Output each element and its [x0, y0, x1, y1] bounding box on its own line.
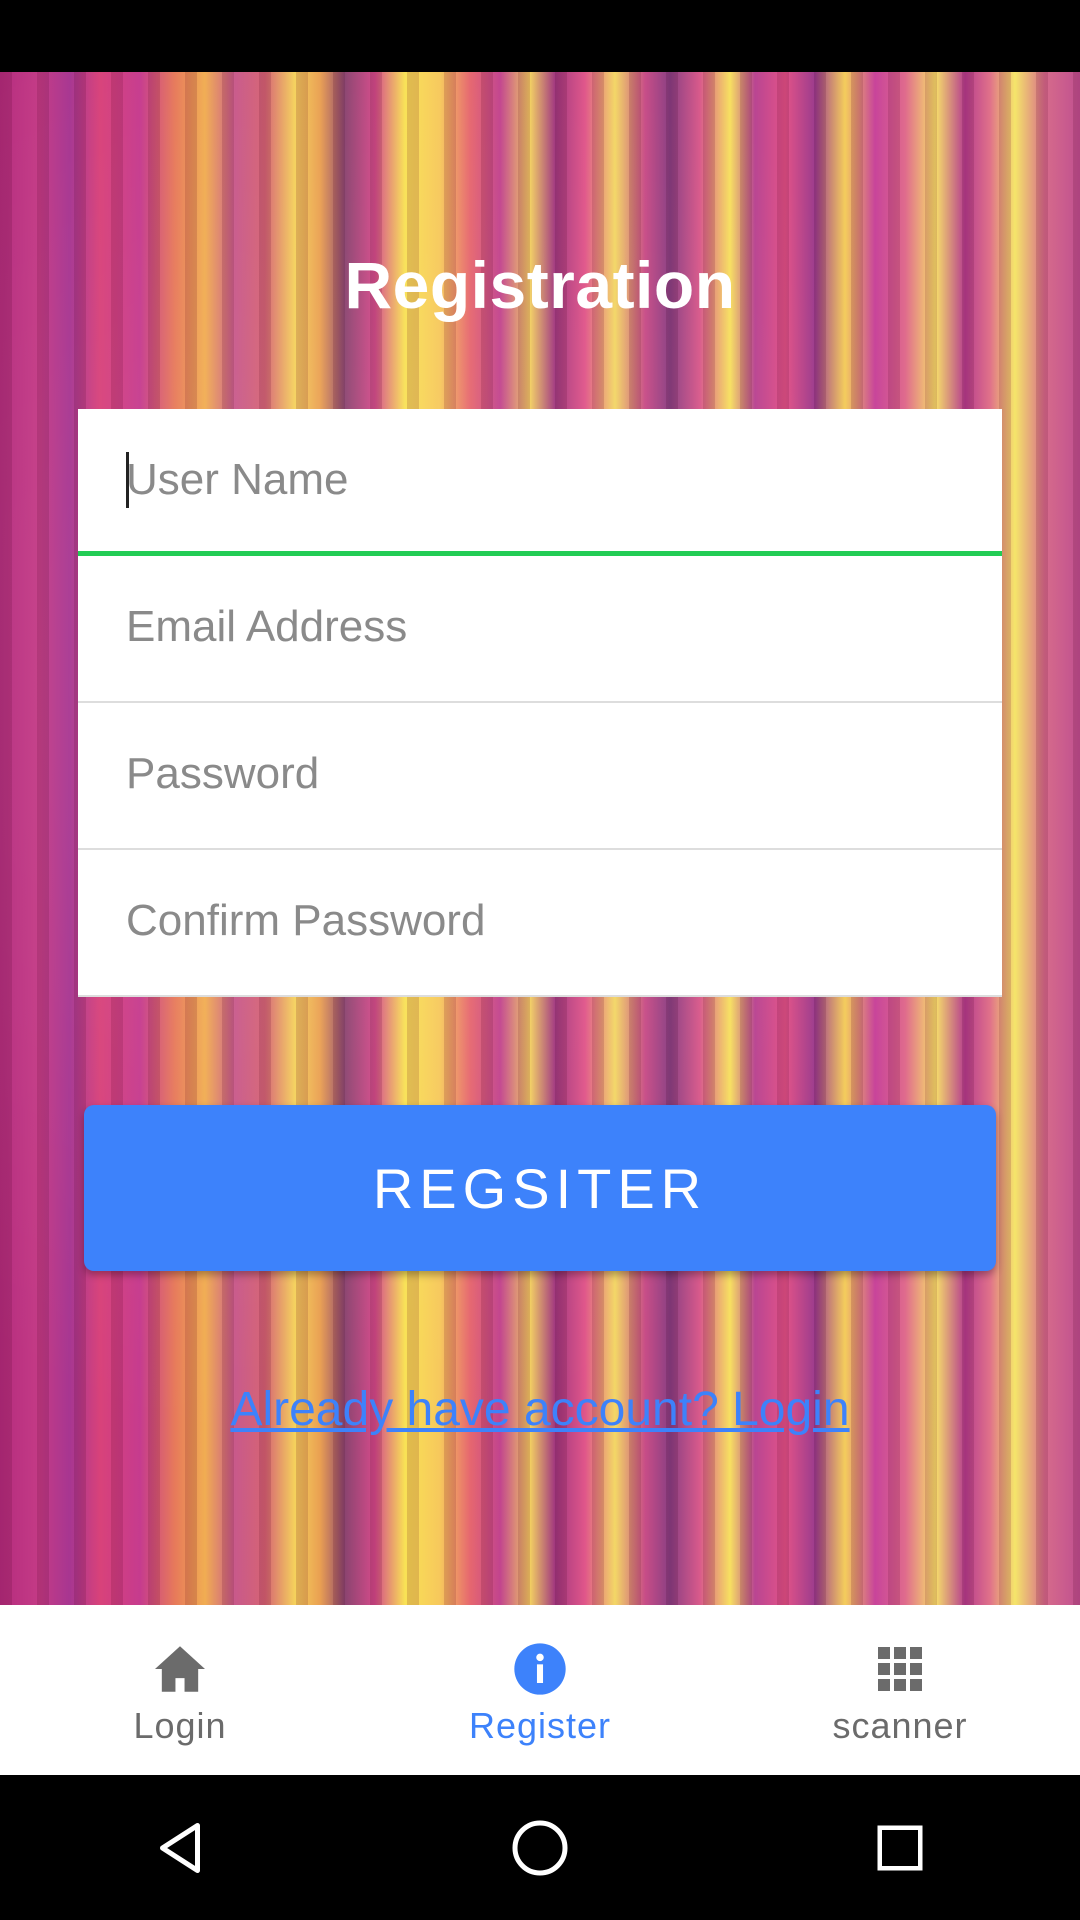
system-navigation-bar [0, 1775, 1080, 1920]
email-field-container [78, 556, 1002, 703]
home-circle-icon[interactable] [490, 1798, 590, 1898]
home-icon [152, 1641, 208, 1697]
nav-label-scanner: scanner [832, 1705, 968, 1746]
nav-label-login: Login [133, 1705, 227, 1746]
registration-form [78, 409, 1002, 997]
page-title: Registration [344, 248, 736, 322]
login-link[interactable]: Already have account? Login [230, 1383, 849, 1436]
username-field-container [78, 409, 1002, 556]
nav-label-register: Register [468, 1705, 612, 1746]
bottom-navigation: Login Register scanner [0, 1605, 1080, 1775]
back-icon[interactable] [130, 1798, 230, 1898]
background-image: Registration REGSITER Already have accou… [0, 72, 1080, 1605]
nav-item-scanner[interactable]: scanner [720, 1605, 1080, 1775]
confirm-password-field-container [78, 850, 1002, 997]
grid-icon [872, 1641, 928, 1697]
app-screen: Registration REGSITER Already have accou… [0, 0, 1080, 1920]
email-input[interactable] [126, 556, 966, 698]
register-button[interactable]: REGSITER [84, 1105, 996, 1271]
text-caret [126, 452, 129, 508]
username-input[interactable] [126, 409, 966, 551]
status-bar [0, 0, 1080, 72]
confirm-password-input[interactable] [126, 850, 966, 992]
nav-item-register[interactable]: Register [360, 1605, 720, 1775]
password-field-container [78, 703, 1002, 850]
recents-icon[interactable] [850, 1798, 950, 1898]
password-input[interactable] [126, 703, 966, 845]
info-icon [512, 1641, 568, 1697]
nav-item-login[interactable]: Login [0, 1605, 360, 1775]
login-link-container: Already have account? Login [0, 1382, 1080, 1437]
